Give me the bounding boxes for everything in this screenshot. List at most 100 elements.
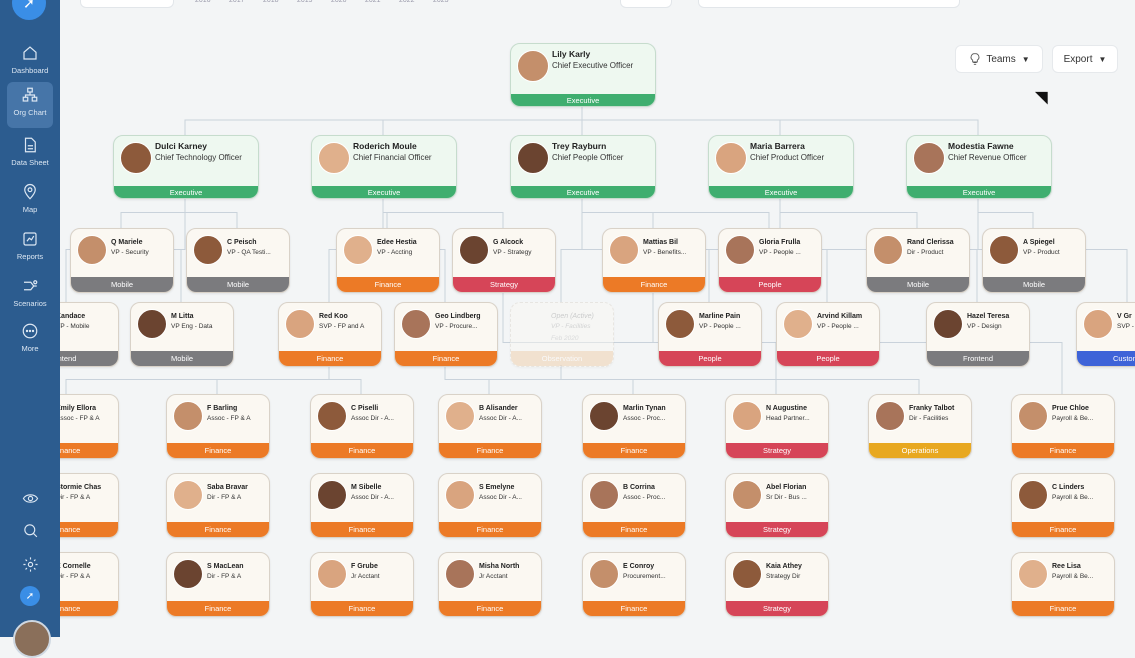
org-card[interactable]: Mattias Bil VP - Benefits... Finance [602, 228, 706, 293]
employee-name: Red Koo [319, 313, 348, 320]
org-card[interactable]: Kandace VP - Mobile ntend [60, 302, 119, 367]
employee-name: G Alcock [493, 239, 524, 246]
employee-name: Modestia Fawne [948, 141, 1014, 151]
employee-title: Procurement... [623, 573, 666, 580]
sidebar-item-more[interactable]: More [0, 318, 60, 364]
sidebar-item-data-sheet[interactable]: Data Sheet [0, 132, 60, 178]
employee-title: Dir - FP & A [60, 494, 91, 501]
org-card[interactable]: Geo Lindberg VP - Procure... Finance [394, 302, 498, 367]
employee-photo [715, 142, 747, 174]
sidebar-item-map[interactable]: Map [0, 179, 60, 225]
org-card[interactable]: Misha North Jr Acctant Finance [438, 552, 542, 617]
org-card[interactable]: Modestia Fawne Chief Revenue Officer Execu… [906, 135, 1052, 199]
org-card[interactable]: B Corrina Assoc - Proc... Finance [582, 473, 686, 538]
gear-icon[interactable] [20, 554, 40, 574]
org-card[interactable]: Lily Karly Chief Executive Officer Executi… [510, 43, 656, 107]
sidebar-item-reports[interactable]: Reports [0, 226, 60, 272]
org-card[interactable]: V Gr SVP - Custome [1076, 302, 1135, 367]
employee-title: Payroll & Be... [1052, 415, 1094, 422]
map-pin-icon [24, 183, 36, 200]
org-card[interactable]: Dulci Karney Chief Technology Officer Exec… [113, 135, 259, 199]
sidebar-item-label: Dashboard [11, 66, 49, 75]
employee-title: Assoc - Proc... [623, 415, 666, 422]
org-card[interactable]: Emily Ellora Assoc - FP & A Finance [60, 394, 119, 459]
employee-photo [445, 401, 475, 431]
org-card[interactable]: Red Koo SVP - FP and A Finance [278, 302, 382, 367]
user-avatar[interactable] [13, 620, 51, 658]
team-band: Finance [60, 443, 118, 458]
org-card[interactable]: Stormie Chas Dir - FP & A Finance [60, 473, 119, 538]
employee-title: Chief Revenue Officer [948, 153, 1027, 162]
employee-photo [1083, 309, 1113, 339]
org-card[interactable]: Prue Chloe Payroll & Be... Finance [1011, 394, 1115, 459]
org-chart-canvas[interactable]: 2016 2017 2018 2019 2020 2021 2022 2023 Lily Ka… [60, 0, 1135, 637]
org-card[interactable]: C Linders Payroll & Be... Finance [1011, 473, 1115, 538]
org-card[interactable]: F Barling Assoc - FP & A Finance [166, 394, 270, 459]
org-card[interactable]: Edee Hestia VP - Accting Finance [336, 228, 440, 293]
org-card[interactable]: Hazel Teresa VP - Design Frontend [926, 302, 1030, 367]
org-card[interactable]: Rand Clerissa Dir - Product Mobile [866, 228, 970, 293]
org-card[interactable]: S MacLean Dir - FP & A Finance [166, 552, 270, 617]
org-card[interactable]: M Sibelle Assoc Dir - A... Finance [310, 473, 414, 538]
org-card[interactable]: C Peisch VP - QA Testi... Mobile [186, 228, 290, 293]
sidebar-item-dashboard[interactable]: Dashboard [0, 40, 60, 86]
org-card[interactable]: Trey Rayburn Chief People Officer Executiv… [510, 135, 656, 199]
help-badge-icon[interactable]: ➚ [20, 586, 40, 606]
employee-title: Dir - FP & A [207, 494, 242, 501]
org-card[interactable]: Marlin Tynan Assoc - Proc... Finance [582, 394, 686, 459]
org-card[interactable]: Abel Florian Sr Dir - Bus ... Strategy [725, 473, 829, 538]
employee-title: Sr Dir - Bus ... [766, 494, 807, 501]
connector-line [977, 197, 1034, 228]
search-icon[interactable] [20, 520, 40, 540]
org-card[interactable]: B Alisander Assoc Dir - A... Finance [438, 394, 542, 459]
employee-photo [589, 401, 619, 431]
org-card[interactable]: Saba Bravar Dir - FP & A Finance [166, 473, 270, 538]
app-logo-icon[interactable]: ➚ [12, 0, 46, 20]
org-card[interactable]: N Augustine Head Partner... Strategy [725, 394, 829, 459]
org-card[interactable]: Maria Barrera Chief Product Officer Execut… [708, 135, 854, 199]
org-card[interactable]: Ree Lisa Payroll & Be... Finance [1011, 552, 1115, 617]
team-band: Finance [583, 522, 685, 537]
employee-name: C Peisch [227, 239, 257, 246]
org-card[interactable]: A Spiegel VP - Product Mobile [982, 228, 1086, 293]
connector-line [120, 197, 186, 228]
org-card[interactable]: F Grube Jr Acctant Finance [310, 552, 414, 617]
org-card[interactable]: Open (Active) VP - Facilities Feb 2020 Obse… [510, 302, 614, 367]
employee-photo [193, 235, 223, 265]
teams-button[interactable]: Teams ▼ [955, 45, 1043, 73]
org-card[interactable]: S Emelyne Assoc Dir - A... Finance [438, 473, 542, 538]
org-chart-icon [22, 87, 38, 102]
org-card[interactable]: G Alcock VP - Strategy Strategy [452, 228, 556, 293]
employee-photo [445, 559, 475, 589]
sidebar-item-scenarios[interactable]: Scenarios [0, 273, 60, 319]
org-card[interactable]: Gloria Frulla VP - People ... People [718, 228, 822, 293]
employee-photo [665, 309, 695, 339]
team-band: Finance [1012, 601, 1114, 616]
employee-photo [173, 559, 203, 589]
org-card[interactable]: E Cornelle Dir - FP & A Finance [60, 552, 119, 617]
employee-name: M Litta [171, 313, 194, 320]
org-card[interactable]: Franky Talbot Dir - Facilities Operations [868, 394, 972, 459]
employee-title: VP - People ... [759, 249, 801, 256]
eye-icon[interactable] [20, 488, 40, 508]
org-card[interactable]: M Litta VP Eng - Data Mobile [130, 302, 234, 367]
org-card[interactable]: C Piselli Assoc Dir - A... Finance [310, 394, 414, 459]
sidebar-item-org-chart[interactable]: Org Chart [7, 82, 53, 128]
org-card[interactable]: Marline Pain VP - People ... People [658, 302, 762, 367]
team-band: Finance [311, 601, 413, 616]
team-band: Finance [311, 443, 413, 458]
org-card[interactable]: Roderich Moule Chief Financial Officer Exe… [311, 135, 457, 199]
employee-photo [459, 235, 489, 265]
employee-name: Gloria Frulla [759, 239, 801, 246]
scenarios-icon [24, 280, 38, 291]
team-band: Executive [511, 94, 655, 106]
employee-name: Ree Lisa [1052, 563, 1081, 570]
team-band: Mobile [71, 277, 173, 292]
org-card[interactable]: Kaia Athey Strategy Dir Strategy [725, 552, 829, 617]
org-card[interactable]: Arvind Killam VP - People ... People [776, 302, 880, 367]
export-button[interactable]: Export ▼ [1052, 45, 1118, 73]
org-card[interactable]: E Conroy Procurement... Finance [582, 552, 686, 617]
employee-name: Kandace [60, 313, 86, 320]
employee-name: M Sibelle [351, 484, 382, 491]
org-card[interactable]: Q Mariele VP - Security Mobile [70, 228, 174, 293]
